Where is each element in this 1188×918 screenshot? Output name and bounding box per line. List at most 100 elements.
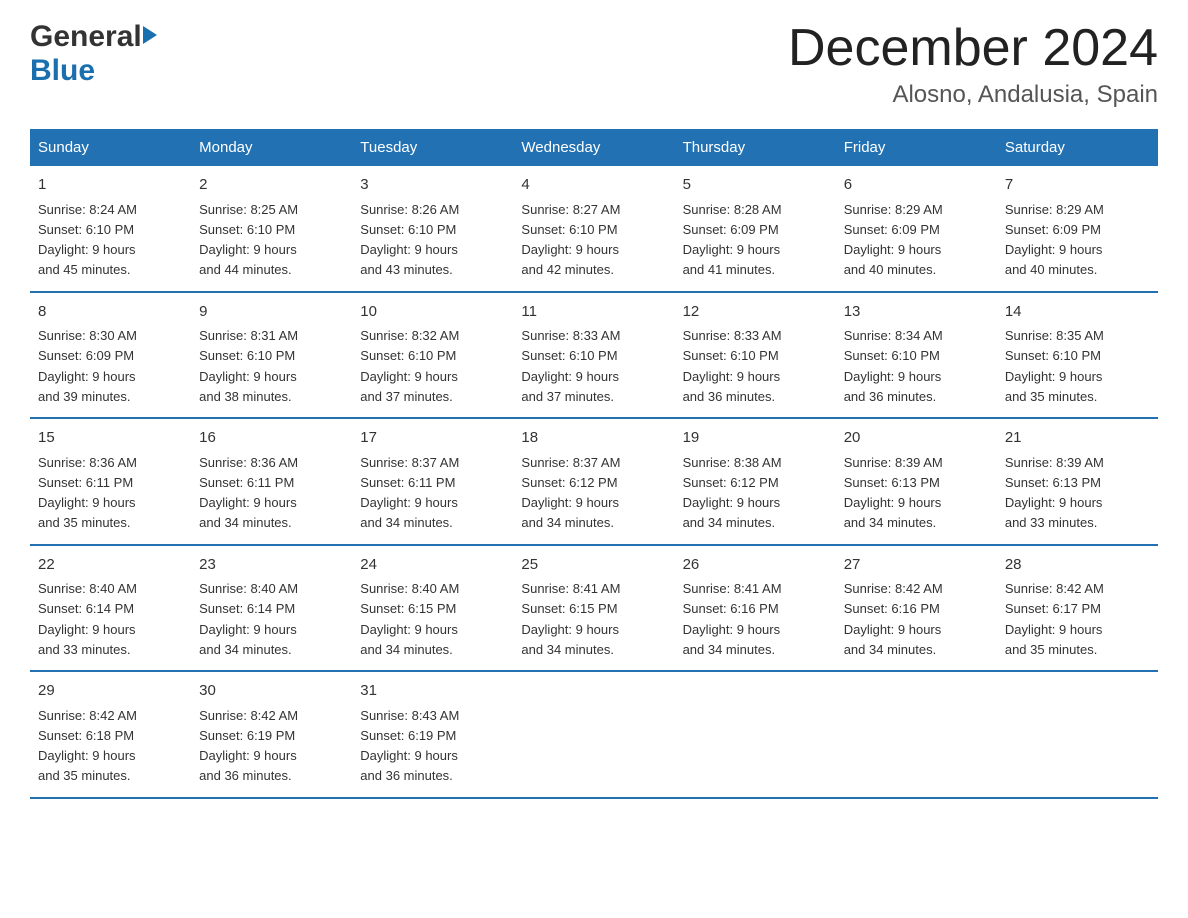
day-info: Sunrise: 8:29 AMSunset: 6:09 PMDaylight:… (844, 202, 943, 278)
calendar-day-cell: 5 Sunrise: 8:28 AMSunset: 6:09 PMDayligh… (675, 166, 836, 292)
day-number: 13 (844, 301, 989, 324)
day-info: Sunrise: 8:43 AMSunset: 6:19 PMDaylight:… (360, 708, 459, 784)
day-number: 8 (38, 301, 183, 324)
day-number: 15 (38, 427, 183, 450)
day-info: Sunrise: 8:36 AMSunset: 6:11 PMDaylight:… (199, 455, 298, 531)
day-number: 25 (521, 554, 666, 577)
day-number: 29 (38, 680, 183, 703)
header-wednesday: Wednesday (513, 129, 674, 166)
calendar-day-cell: 7 Sunrise: 8:29 AMSunset: 6:09 PMDayligh… (997, 166, 1158, 292)
calendar-day-cell: 2 Sunrise: 8:25 AMSunset: 6:10 PMDayligh… (191, 166, 352, 292)
calendar-week-row: 8 Sunrise: 8:30 AMSunset: 6:09 PMDayligh… (30, 292, 1158, 419)
calendar-day-cell: 19 Sunrise: 8:38 AMSunset: 6:12 PMDaylig… (675, 418, 836, 545)
day-number: 11 (521, 301, 666, 324)
calendar-day-cell: 26 Sunrise: 8:41 AMSunset: 6:16 PMDaylig… (675, 545, 836, 672)
day-info: Sunrise: 8:42 AMSunset: 6:17 PMDaylight:… (1005, 581, 1104, 657)
page-header: General Blue December 2024 Alosno, Andal… (30, 20, 1158, 109)
header-sunday: Sunday (30, 129, 191, 166)
day-number: 1 (38, 174, 183, 197)
day-info: Sunrise: 8:24 AMSunset: 6:10 PMDaylight:… (38, 202, 137, 278)
day-number: 21 (1005, 427, 1150, 450)
day-info: Sunrise: 8:37 AMSunset: 6:12 PMDaylight:… (521, 455, 620, 531)
day-info: Sunrise: 8:31 AMSunset: 6:10 PMDaylight:… (199, 328, 298, 404)
calendar-day-cell: 28 Sunrise: 8:42 AMSunset: 6:17 PMDaylig… (997, 545, 1158, 672)
calendar-day-cell: 4 Sunrise: 8:27 AMSunset: 6:10 PMDayligh… (513, 166, 674, 292)
day-number: 2 (199, 174, 344, 197)
calendar-day-cell: 13 Sunrise: 8:34 AMSunset: 6:10 PMDaylig… (836, 292, 997, 419)
day-info: Sunrise: 8:42 AMSunset: 6:16 PMDaylight:… (844, 581, 943, 657)
calendar-day-cell: 18 Sunrise: 8:37 AMSunset: 6:12 PMDaylig… (513, 418, 674, 545)
day-number: 23 (199, 554, 344, 577)
day-info: Sunrise: 8:35 AMSunset: 6:10 PMDaylight:… (1005, 328, 1104, 404)
day-info: Sunrise: 8:39 AMSunset: 6:13 PMDaylight:… (844, 455, 943, 531)
logo-arrow-icon (143, 26, 157, 44)
day-number: 30 (199, 680, 344, 703)
calendar-day-cell: 25 Sunrise: 8:41 AMSunset: 6:15 PMDaylig… (513, 545, 674, 672)
day-info: Sunrise: 8:34 AMSunset: 6:10 PMDaylight:… (844, 328, 943, 404)
calendar-day-cell: 11 Sunrise: 8:33 AMSunset: 6:10 PMDaylig… (513, 292, 674, 419)
day-info: Sunrise: 8:42 AMSunset: 6:19 PMDaylight:… (199, 708, 298, 784)
calendar-day-cell: 10 Sunrise: 8:32 AMSunset: 6:10 PMDaylig… (352, 292, 513, 419)
day-number: 6 (844, 174, 989, 197)
calendar-day-cell (675, 671, 836, 798)
day-info: Sunrise: 8:40 AMSunset: 6:15 PMDaylight:… (360, 581, 459, 657)
day-info: Sunrise: 8:27 AMSunset: 6:10 PMDaylight:… (521, 202, 620, 278)
calendar-day-cell: 24 Sunrise: 8:40 AMSunset: 6:15 PMDaylig… (352, 545, 513, 672)
day-number: 7 (1005, 174, 1150, 197)
day-info: Sunrise: 8:25 AMSunset: 6:10 PMDaylight:… (199, 202, 298, 278)
day-number: 20 (844, 427, 989, 450)
day-number: 18 (521, 427, 666, 450)
day-info: Sunrise: 8:26 AMSunset: 6:10 PMDaylight:… (360, 202, 459, 278)
calendar-day-cell: 8 Sunrise: 8:30 AMSunset: 6:09 PMDayligh… (30, 292, 191, 419)
logo: General Blue (30, 20, 157, 88)
day-info: Sunrise: 8:28 AMSunset: 6:09 PMDaylight:… (683, 202, 782, 278)
day-info: Sunrise: 8:33 AMSunset: 6:10 PMDaylight:… (683, 328, 782, 404)
calendar-day-cell: 20 Sunrise: 8:39 AMSunset: 6:13 PMDaylig… (836, 418, 997, 545)
title-block: December 2024 Alosno, Andalusia, Spain (788, 20, 1158, 109)
calendar-table: Sunday Monday Tuesday Wednesday Thursday… (30, 129, 1158, 799)
calendar-day-cell: 31 Sunrise: 8:43 AMSunset: 6:19 PMDaylig… (352, 671, 513, 798)
day-info: Sunrise: 8:40 AMSunset: 6:14 PMDaylight:… (38, 581, 137, 657)
calendar-day-cell: 23 Sunrise: 8:40 AMSunset: 6:14 PMDaylig… (191, 545, 352, 672)
day-info: Sunrise: 8:40 AMSunset: 6:14 PMDaylight:… (199, 581, 298, 657)
header-monday: Monday (191, 129, 352, 166)
calendar-day-cell: 30 Sunrise: 8:42 AMSunset: 6:19 PMDaylig… (191, 671, 352, 798)
calendar-day-cell: 3 Sunrise: 8:26 AMSunset: 6:10 PMDayligh… (352, 166, 513, 292)
calendar-week-row: 1 Sunrise: 8:24 AMSunset: 6:10 PMDayligh… (30, 166, 1158, 292)
day-info: Sunrise: 8:42 AMSunset: 6:18 PMDaylight:… (38, 708, 137, 784)
calendar-week-row: 15 Sunrise: 8:36 AMSunset: 6:11 PMDaylig… (30, 418, 1158, 545)
calendar-day-cell: 17 Sunrise: 8:37 AMSunset: 6:11 PMDaylig… (352, 418, 513, 545)
day-info: Sunrise: 8:36 AMSunset: 6:11 PMDaylight:… (38, 455, 137, 531)
day-number: 12 (683, 301, 828, 324)
day-info: Sunrise: 8:30 AMSunset: 6:09 PMDaylight:… (38, 328, 137, 404)
day-number: 19 (683, 427, 828, 450)
day-number: 10 (360, 301, 505, 324)
day-info: Sunrise: 8:41 AMSunset: 6:16 PMDaylight:… (683, 581, 782, 657)
calendar-day-cell: 12 Sunrise: 8:33 AMSunset: 6:10 PMDaylig… (675, 292, 836, 419)
calendar-day-cell: 29 Sunrise: 8:42 AMSunset: 6:18 PMDaylig… (30, 671, 191, 798)
page-title: December 2024 (788, 20, 1158, 77)
calendar-week-row: 29 Sunrise: 8:42 AMSunset: 6:18 PMDaylig… (30, 671, 1158, 798)
calendar-day-cell: 1 Sunrise: 8:24 AMSunset: 6:10 PMDayligh… (30, 166, 191, 292)
day-number: 27 (844, 554, 989, 577)
day-number: 17 (360, 427, 505, 450)
day-info: Sunrise: 8:33 AMSunset: 6:10 PMDaylight:… (521, 328, 620, 404)
day-number: 22 (38, 554, 183, 577)
calendar-week-row: 22 Sunrise: 8:40 AMSunset: 6:14 PMDaylig… (30, 545, 1158, 672)
day-info: Sunrise: 8:41 AMSunset: 6:15 PMDaylight:… (521, 581, 620, 657)
day-info: Sunrise: 8:37 AMSunset: 6:11 PMDaylight:… (360, 455, 459, 531)
logo-general: General (30, 20, 142, 54)
day-number: 31 (360, 680, 505, 703)
calendar-day-cell (513, 671, 674, 798)
day-info: Sunrise: 8:38 AMSunset: 6:12 PMDaylight:… (683, 455, 782, 531)
calendar-day-cell: 22 Sunrise: 8:40 AMSunset: 6:14 PMDaylig… (30, 545, 191, 672)
day-number: 3 (360, 174, 505, 197)
calendar-day-cell: 9 Sunrise: 8:31 AMSunset: 6:10 PMDayligh… (191, 292, 352, 419)
logo-blue: Blue (30, 54, 95, 88)
day-number: 26 (683, 554, 828, 577)
header-tuesday: Tuesday (352, 129, 513, 166)
weekday-header-row: Sunday Monday Tuesday Wednesday Thursday… (30, 129, 1158, 166)
day-info: Sunrise: 8:39 AMSunset: 6:13 PMDaylight:… (1005, 455, 1104, 531)
day-number: 24 (360, 554, 505, 577)
calendar-day-cell (997, 671, 1158, 798)
